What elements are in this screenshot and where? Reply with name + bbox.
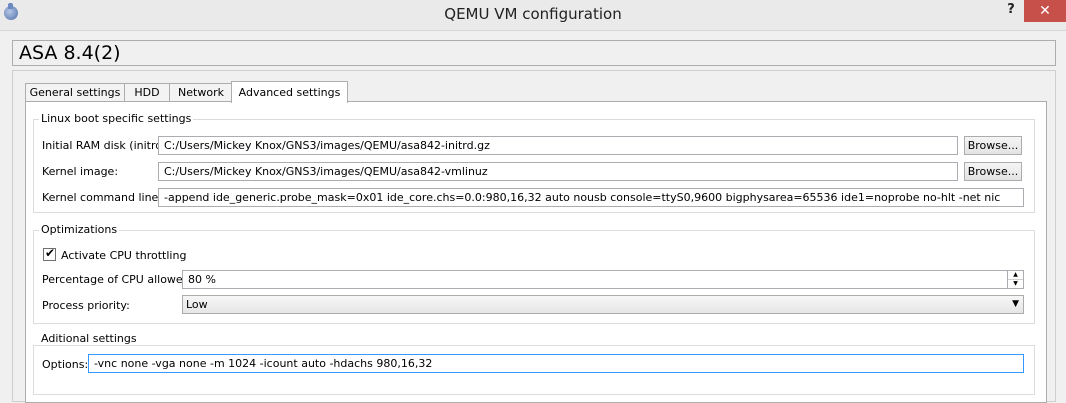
- close-icon: ✕: [1039, 3, 1051, 19]
- initrd-browse-button[interactable]: Browse...: [964, 136, 1022, 155]
- title-bar: QEMU VM configuration ? ✕: [0, 0, 1066, 31]
- checkmark-icon: ✔: [45, 246, 56, 260]
- kernel-cmdline-label: Kernel command line:: [42, 191, 163, 204]
- kernel-image-label: Kernel image:: [42, 165, 119, 178]
- help-button[interactable]: ?: [1002, 2, 1020, 22]
- process-priority-select[interactable]: Low ▼: [182, 295, 1024, 314]
- cpu-percent-label: Percentage of CPU allowed:: [42, 273, 194, 286]
- kernel-image-field[interactable]: C:/Users/Mickey Knox/GNS3/images/QEMU/as…: [158, 162, 958, 181]
- spin-down-icon[interactable]: ▼: [1008, 279, 1023, 288]
- tab-advanced-settings[interactable]: Advanced settings: [231, 81, 348, 103]
- tab-hdd[interactable]: HDD: [124, 83, 170, 102]
- close-button[interactable]: ✕: [1024, 0, 1066, 22]
- kernel-image-browse-button[interactable]: Browse...: [964, 162, 1022, 181]
- optimizations-group-title: Optimizations: [39, 223, 120, 236]
- options-field[interactable]: -vnc none -vga none -m 1024 -icount auto…: [88, 354, 1024, 373]
- initrd-field[interactable]: C:/Users/Mickey Knox/GNS3/images/QEMU/as…: [158, 136, 958, 155]
- cpu-percent-spin-buttons[interactable]: ▲ ▼: [1007, 270, 1023, 289]
- process-priority-label: Process priority:: [42, 299, 130, 312]
- additional-settings-group-title: Aditional settings: [39, 332, 139, 345]
- tab-network[interactable]: Network: [169, 83, 233, 102]
- process-priority-value: Low: [186, 298, 208, 311]
- chevron-down-icon: ▼: [1012, 299, 1019, 309]
- cpu-throttling-checkbox[interactable]: ✔: [43, 246, 56, 261]
- vm-name: ASA 8.4(2): [19, 42, 121, 64]
- initrd-label: Initial RAM disk (initrd):: [42, 139, 171, 152]
- options-label: Options:: [42, 358, 89, 371]
- vm-name-header: ASA 8.4(2): [12, 40, 1056, 66]
- window-title: QEMU VM configuration: [444, 5, 622, 23]
- cpu-throttling-label: Activate CPU throttling: [61, 249, 187, 262]
- kernel-cmdline-field[interactable]: -append ide_generic.probe_mask=0x01 ide_…: [158, 188, 1024, 207]
- linux-boot-group-title: Linux boot specific settings: [39, 112, 194, 125]
- tab-general-settings[interactable]: General settings: [25, 83, 125, 102]
- cpu-percent-spinbox[interactable]: 80 %: [182, 270, 1024, 289]
